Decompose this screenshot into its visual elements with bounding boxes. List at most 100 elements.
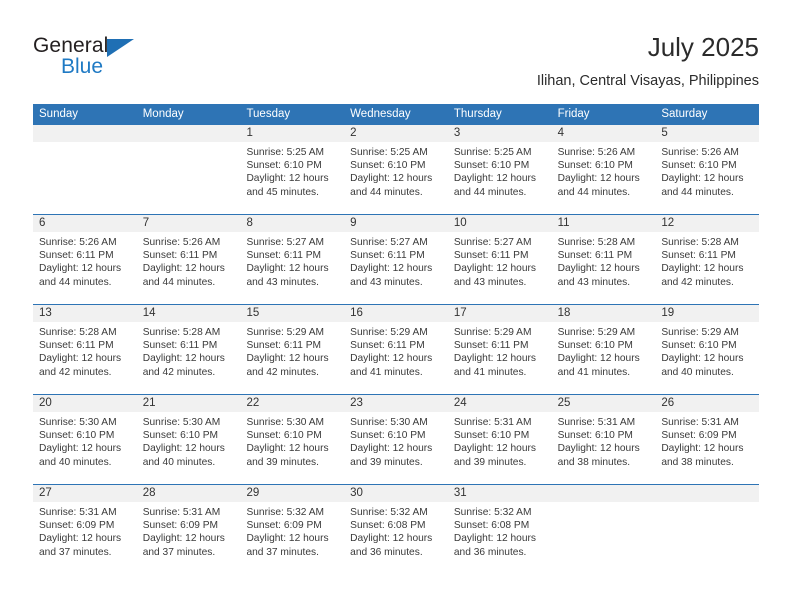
sunset-text: Sunset: 6:10 PM [350, 160, 426, 172]
calendar-day-cell[interactable]: 22 Sunrise: 5:30 AM Sunset: 6:10 PM Dayligh… [240, 395, 345, 484]
daylight-text-line1: Daylight: 12 hours [142, 263, 225, 275]
sunset-text: Sunset: 6:10 PM [246, 430, 322, 442]
daylight-text-line1: Daylight: 12 hours [246, 353, 329, 365]
calendar-day-cell[interactable]: 13 Sunrise: 5:28 AM Sunset: 6:11 PM Dayligh… [33, 305, 137, 394]
sunset-text: Sunset: 6:11 PM [453, 250, 529, 262]
sunset-text: Sunset: 6:11 PM [39, 340, 114, 352]
sunset-text: Sunset: 6:09 PM [142, 520, 219, 532]
calendar-day-cell[interactable]: 10 Sunrise: 5:27 AM Sunset: 6:11 PM Dayligh… [447, 215, 552, 304]
calendar-day-cell[interactable]: 30 Sunrise: 5:32 AM Sunset: 6:08 PM Dayligh… [344, 485, 448, 574]
calendar-day-cell[interactable]: 20 Sunrise: 5:30 AM Sunset: 6:10 PM Dayligh… [33, 395, 137, 484]
daylight-text-line1: Daylight: 12 hours [453, 173, 536, 185]
calendar-day-cell[interactable]: 3 Sunrise: 5:25 AM Sunset: 6:10 PM Daylight… [447, 125, 552, 214]
daylight-text-line2: and 39 minutes. [246, 456, 319, 468]
daylight-text-line2: and 44 minutes. [142, 276, 216, 288]
sunrise-text: Sunrise: 5:28 AM [39, 327, 117, 338]
calendar-day-cell[interactable]: 24 Sunrise: 5:31 AM Sunset: 6:10 PM Dayligh… [447, 395, 552, 484]
calendar-day-cell[interactable]: 25 Sunrise: 5:31 AM Sunset: 6:10 PM Dayligh… [551, 395, 656, 484]
calendar-day-cell[interactable]: 26 Sunrise: 5:31 AM Sunset: 6:09 PM Dayligh… [655, 395, 760, 484]
daylight-text-line1: Daylight: 12 hours [661, 443, 744, 455]
sunrise-text: Sunrise: 5:27 AM [350, 237, 428, 248]
calendar-week-cells: 13 Sunrise: 5:28 AM Sunset: 6:11 PM Dayligh… [33, 305, 760, 394]
calendar-day-cell[interactable]: 6 Sunrise: 5:26 AM Sunset: 6:11 PM Daylight… [33, 215, 137, 304]
sunset-text: Sunset: 6:10 PM [661, 160, 737, 172]
daylight-text-line1: Daylight: 12 hours [453, 353, 536, 365]
sunset-text: Sunset: 6:11 PM [246, 340, 321, 352]
daylight-text-line1: Daylight: 12 hours [142, 353, 225, 365]
page-header: General Blue July 2025 Ilihan, Central V… [33, 30, 759, 100]
sunset-text: Sunset: 6:09 PM [39, 520, 115, 532]
calendar-day-cell[interactable]: 17 Sunrise: 5:29 AM Sunset: 6:11 PM Dayligh… [447, 305, 552, 394]
calendar-day-cell[interactable]: 1 Sunrise: 5:25 AM Sunset: 6:10 PM Daylight… [240, 125, 345, 214]
daylight-text-line1: Daylight: 12 hours [350, 263, 433, 275]
day-number [136, 125, 241, 142]
day-sun-info: Sunrise: 5:31 AM Sunset: 6:10 PM Daylight:… [448, 412, 552, 469]
general-blue-logo: General Blue [33, 34, 163, 82]
day-number: 16 [344, 305, 448, 322]
calendar-day-cell[interactable]: 29 Sunrise: 5:32 AM Sunset: 6:09 PM Dayligh… [240, 485, 345, 574]
calendar-day-cell[interactable]: 16 Sunrise: 5:29 AM Sunset: 6:11 PM Dayligh… [344, 305, 448, 394]
sunset-text: Sunset: 6:10 PM [246, 160, 322, 172]
calendar-day-cell[interactable]: 7 Sunrise: 5:26 AM Sunset: 6:11 PM Daylight… [136, 215, 241, 304]
daylight-text-line2: and 40 minutes. [661, 366, 734, 378]
sunrise-text: Sunrise: 5:31 AM [453, 417, 532, 428]
sunrise-text: Sunrise: 5:29 AM [661, 327, 739, 338]
day-sun-info: Sunrise: 5:29 AM Sunset: 6:10 PM Daylight:… [552, 322, 656, 379]
day-number: 3 [447, 125, 552, 142]
calendar-grid: Sunday Monday Tuesday Wednesday Thursday Frid… [33, 104, 760, 574]
sunrise-text: Sunrise: 5:28 AM [661, 237, 739, 248]
sunset-text: Sunset: 6:08 PM [453, 520, 530, 532]
day-number: 14 [136, 305, 241, 322]
calendar-day-cell[interactable]: 19 Sunrise: 5:29 AM Sunset: 6:10 PM Dayligh… [655, 305, 760, 394]
day-sun-info: Sunrise: 5:29 AM Sunset: 6:11 PM Daylight:… [344, 322, 448, 379]
calendar-day-cell[interactable]: 8 Sunrise: 5:27 AM Sunset: 6:11 PM Daylight… [240, 215, 345, 304]
calendar-day-cell[interactable]: 5 Sunrise: 5:26 AM Sunset: 6:10 PM Daylight… [655, 125, 760, 214]
calendar-week-row: 1 Sunrise: 5:25 AM Sunset: 6:10 PM Daylight… [33, 125, 760, 214]
sunrise-text: Sunrise: 5:26 AM [142, 237, 221, 248]
page-title: July 2025 [647, 32, 759, 62]
calendar-day-cell[interactable]: 18 Sunrise: 5:29 AM Sunset: 6:10 PM Dayligh… [551, 305, 656, 394]
calendar-day-cell[interactable]: 15 Sunrise: 5:29 AM Sunset: 6:11 PM Dayligh… [240, 305, 345, 394]
day-number: 25 [551, 395, 656, 412]
sunset-text: Sunset: 6:10 PM [350, 430, 426, 442]
day-sun-info: Sunrise: 5:31 AM Sunset: 6:09 PM Daylight:… [137, 502, 241, 559]
day-sun-info: Sunrise: 5:31 AM Sunset: 6:09 PM Daylight:… [655, 412, 759, 469]
day-number: 1 [240, 125, 345, 142]
calendar-day-cell[interactable]: 14 Sunrise: 5:28 AM Sunset: 6:11 PM Dayligh… [136, 305, 241, 394]
daylight-text-line1: Daylight: 12 hours [246, 533, 329, 545]
day-number [33, 125, 137, 142]
sunset-text: Sunset: 6:10 PM [39, 430, 115, 442]
daylight-text-line2: and 44 minutes. [350, 186, 423, 198]
daylight-text-line2: and 39 minutes. [350, 456, 423, 468]
daylight-text-line2: and 44 minutes. [557, 186, 631, 198]
calendar-day-cell[interactable]: 12 Sunrise: 5:28 AM Sunset: 6:11 PM Dayligh… [655, 215, 760, 304]
daylight-text-line1: Daylight: 12 hours [661, 353, 744, 365]
sunrise-text: Sunrise: 5:32 AM [350, 507, 428, 518]
day-number: 30 [344, 485, 448, 502]
sunrise-text: Sunrise: 5:27 AM [246, 237, 325, 248]
calendar-day-cell[interactable]: 2 Sunrise: 5:25 AM Sunset: 6:10 PM Daylight… [344, 125, 448, 214]
calendar-day-cell[interactable]: 31 Sunrise: 5:32 AM Sunset: 6:08 PM Dayligh… [447, 485, 552, 574]
sunrise-text: Sunrise: 5:28 AM [142, 327, 221, 338]
calendar-day-cell[interactable]: 21 Sunrise: 5:30 AM Sunset: 6:10 PM Dayligh… [136, 395, 241, 484]
daylight-text-line1: Daylight: 12 hours [246, 443, 329, 455]
calendar-day-cell[interactable]: 23 Sunrise: 5:30 AM Sunset: 6:10 PM Dayligh… [344, 395, 448, 484]
daylight-text-line2: and 43 minutes. [246, 276, 319, 288]
day-sun-info: Sunrise: 5:26 AM Sunset: 6:11 PM Daylight:… [33, 232, 137, 289]
day-number: 12 [655, 215, 760, 232]
calendar-day-cell[interactable]: 11 Sunrise: 5:28 AM Sunset: 6:11 PM Dayligh… [551, 215, 656, 304]
sunrise-text: Sunrise: 5:26 AM [557, 147, 636, 158]
daylight-text-line1: Daylight: 12 hours [350, 443, 433, 455]
day-number: 8 [240, 215, 345, 232]
day-number: 7 [136, 215, 241, 232]
sunset-text: Sunset: 6:11 PM [453, 340, 529, 352]
daylight-text-line1: Daylight: 12 hours [557, 263, 640, 275]
calendar-day-cell[interactable]: 4 Sunrise: 5:26 AM Sunset: 6:10 PM Daylight… [551, 125, 656, 214]
day-number: 10 [447, 215, 552, 232]
calendar-day-cell[interactable]: 28 Sunrise: 5:31 AM Sunset: 6:09 PM Dayligh… [136, 485, 241, 574]
daylight-text-line2: and 42 minutes. [661, 276, 734, 288]
calendar-day-cell[interactable]: 9 Sunrise: 5:27 AM Sunset: 6:11 PM Daylight… [344, 215, 448, 304]
day-number [655, 485, 760, 502]
day-number: 13 [33, 305, 137, 322]
calendar-day-cell[interactable]: 27 Sunrise: 5:31 AM Sunset: 6:09 PM Dayligh… [33, 485, 137, 574]
